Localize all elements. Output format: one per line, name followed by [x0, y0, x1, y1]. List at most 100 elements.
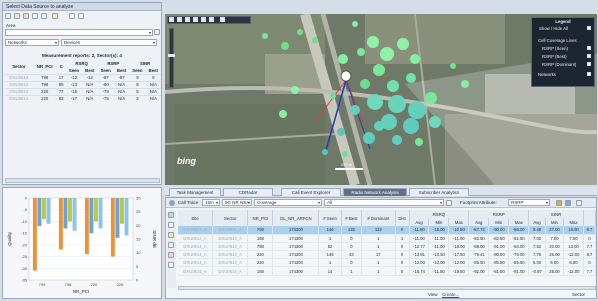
col-dist[interactable]: Dist — [395, 210, 410, 226]
tab-radio-network-analysis[interactable]: Radio Network Analysis — [343, 188, 407, 196]
refresh-icon[interactable] — [41, 13, 47, 19]
tab-task-management[interactable]: Task Management — [169, 188, 221, 196]
measurement-row[interactable]: DXU0614 798 65 -13 N/A -80 N/A 8 N/A — [5, 80, 161, 88]
measurement-row[interactable]: DXU0614 220 77 -15 N/A -79 N/A 5 N/A — [5, 87, 161, 95]
grid-subheader[interactable]: Max — [508, 218, 530, 226]
clock-icon[interactable] — [32, 13, 38, 19]
zoom-slider[interactable] — [169, 28, 174, 88]
grid-subheader[interactable]: Min — [545, 218, 565, 226]
col-sector[interactable]: Sector — [212, 210, 249, 226]
legend-show-hide-checkbox[interactable] — [587, 26, 591, 30]
col-dl-nr-arfcn[interactable]: DL_NR_ARFCN — [272, 210, 320, 226]
grid-tool-icon[interactable] — [168, 222, 174, 228]
grid-row[interactable]: DXU0614_A DXU0614_A 798 174300 62 0 1 0 -12.77 -1… — [178, 242, 597, 252]
coverage-select[interactable]: Coverage ▾ — [254, 199, 322, 206]
tab-cdradar[interactable]: CDRadar — [223, 188, 273, 196]
interval-select[interactable]: 15m ▾ — [202, 199, 220, 206]
legend-show-hide[interactable]: Show / Hide All — [539, 25, 568, 32]
star-icon[interactable] — [14, 13, 20, 19]
chart-panel: 0 -5 -10 -15 -20 -25 -30 -35 30 25 20 15 10 5 0 799 798 2… — [2, 187, 162, 299]
area-select[interactable]: ▾ — [5, 29, 153, 36]
table-scrollbar[interactable] — [5, 178, 160, 183]
grid-row[interactable]: DXU0614_A DXU0614_A 168 174300 1 0 1 1 -11.00 -11… — [178, 234, 597, 243]
export-icon[interactable] — [556, 200, 562, 206]
grid-cell: DXU0614_A — [178, 250, 214, 260]
grid-row[interactable]: DXU0614_A DXU0614_A 799 174300 146 135 132 0 -11… — [178, 226, 597, 235]
legend-item-rsrp-seen[interactable]: RSRP (Seen) — [542, 45, 568, 52]
footprint-select[interactable]: RSRP ▾ — [508, 199, 550, 206]
col-site[interactable]: Site — [178, 210, 214, 226]
grid-subheader[interactable]: Avg — [528, 218, 546, 226]
add-icon[interactable] — [23, 13, 29, 19]
grid-cell: -88.00 — [468, 242, 490, 252]
col-dominant[interactable]: # Dominant — [361, 210, 396, 226]
print-icon[interactable] — [220, 17, 225, 22]
layers-icon[interactable] — [201, 17, 206, 22]
settings-icon[interactable] — [69, 13, 75, 19]
legend-rsrp-best-checkbox[interactable] — [587, 54, 591, 58]
grid-cell: 14 — [318, 266, 342, 276]
help-icon[interactable] — [52, 13, 58, 19]
legend-item-rsrp-dominant[interactable]: RSRP (Dominant) — [542, 61, 576, 68]
legend-item-cell-coverage-lines[interactable]: Cell Coverage Lines — [538, 37, 577, 44]
grid-subheader[interactable]: Avg — [468, 218, 490, 226]
legend-rsrp-seen-checkbox[interactable] — [587, 46, 591, 50]
apply-filter-icon[interactable] — [446, 200, 452, 206]
measurement-cell: 65 — [56, 80, 66, 88]
grid-tool-icon[interactable] — [168, 242, 174, 248]
measurement-row[interactable]: DXU0614 220 83 -17 N/A -75 N/A 2 N/A — [5, 94, 161, 102]
grid-settings-icon[interactable] — [576, 200, 582, 206]
col-seen[interactable]: # Seen — [318, 210, 342, 226]
legend-networks-checkbox[interactable] — [587, 72, 591, 76]
grid-tool-icon[interactable] — [168, 262, 174, 268]
legend-item-rsrp-best[interactable]: RSRP (Best) — [542, 53, 567, 60]
col-best[interactable]: # Best — [341, 210, 363, 226]
select-icon[interactable] — [209, 17, 214, 22]
devices-select[interactable]: Devices ▾ — [61, 39, 157, 46]
sector-label: Sector — [572, 292, 586, 297]
col-sinr[interactable]: SINR — [528, 210, 584, 218]
bar — [32, 198, 37, 271]
sub-header: Best — [116, 67, 127, 73]
create-view-link[interactable]: Create... — [442, 292, 459, 297]
networks-select[interactable]: Networks ▾ — [5, 39, 59, 46]
tab-subscriber-analytics[interactable]: Subscriber Analytics — [409, 188, 469, 196]
grid-subheader[interactable]: Avg — [409, 218, 430, 226]
grid-row[interactable]: DXU0614_A DXU0614_A 220 174300 148 43 17 0 -13.8… — [178, 250, 597, 260]
legend-rsrp-dominant-checkbox[interactable] — [587, 62, 591, 66]
grid-cell: -92.00 — [468, 266, 490, 276]
grid-cell: -91.00 — [508, 266, 530, 276]
grid-cell: -84.00 — [508, 242, 530, 252]
draw-icon[interactable] — [185, 17, 190, 22]
collapse-icon[interactable] — [78, 13, 84, 19]
col-nr-pci[interactable]: NR_PCI — [247, 210, 274, 226]
grid-subheader[interactable]: Min — [428, 218, 450, 226]
grid-tool-icon[interactable] — [168, 212, 174, 218]
map-scale-bar — [335, 168, 363, 170]
col-rsrq[interactable]: RSRQ — [409, 210, 470, 218]
col-rsrp[interactable]: RSRP — [468, 210, 530, 218]
zoom-slider-handle[interactable] — [168, 54, 175, 57]
options-icon[interactable] — [169, 200, 175, 206]
tech-select[interactable]: 5G NR NSA ▾ — [222, 199, 252, 206]
save-icon[interactable] — [565, 200, 571, 206]
grid-tool-icon[interactable] — [168, 252, 174, 258]
legend-item-networks[interactable]: Networks — [538, 71, 556, 78]
map-nav-icon[interactable] — [169, 17, 174, 22]
grid-tool-icon[interactable] — [168, 232, 174, 238]
grid-row[interactable]: DXU0614_A DXU0614_A 168 174300 14 1 1 0 -15.74 -1… — [178, 266, 597, 276]
tab-call-event-explorer[interactable]: Call Event Explorer — [281, 188, 341, 196]
filter-select[interactable]: All ▾ — [324, 199, 444, 206]
legend-title: Legend — [555, 19, 571, 24]
grid-cell: 1 — [318, 234, 342, 243]
area-pick-button[interactable] — [154, 29, 160, 35]
zoom-icon[interactable] — [177, 17, 182, 22]
pin-icon[interactable] — [5, 13, 11, 19]
grid-subheader[interactable]: Max — [563, 218, 584, 226]
grid-subheader[interactable]: Min — [488, 218, 510, 226]
measure-icon[interactable] — [193, 17, 198, 22]
grid-row[interactable]: DXU0614_A DXU0614_A 220 174300 1 0 1 0 -12.00 -12… — [178, 258, 597, 268]
measurement-row[interactable]: DXU0614 799 17 -12 -12 -87 -87 9 9 — [5, 73, 161, 81]
grid-scrollbar[interactable] — [178, 286, 596, 290]
grid-subheader[interactable]: Max — [448, 218, 470, 226]
